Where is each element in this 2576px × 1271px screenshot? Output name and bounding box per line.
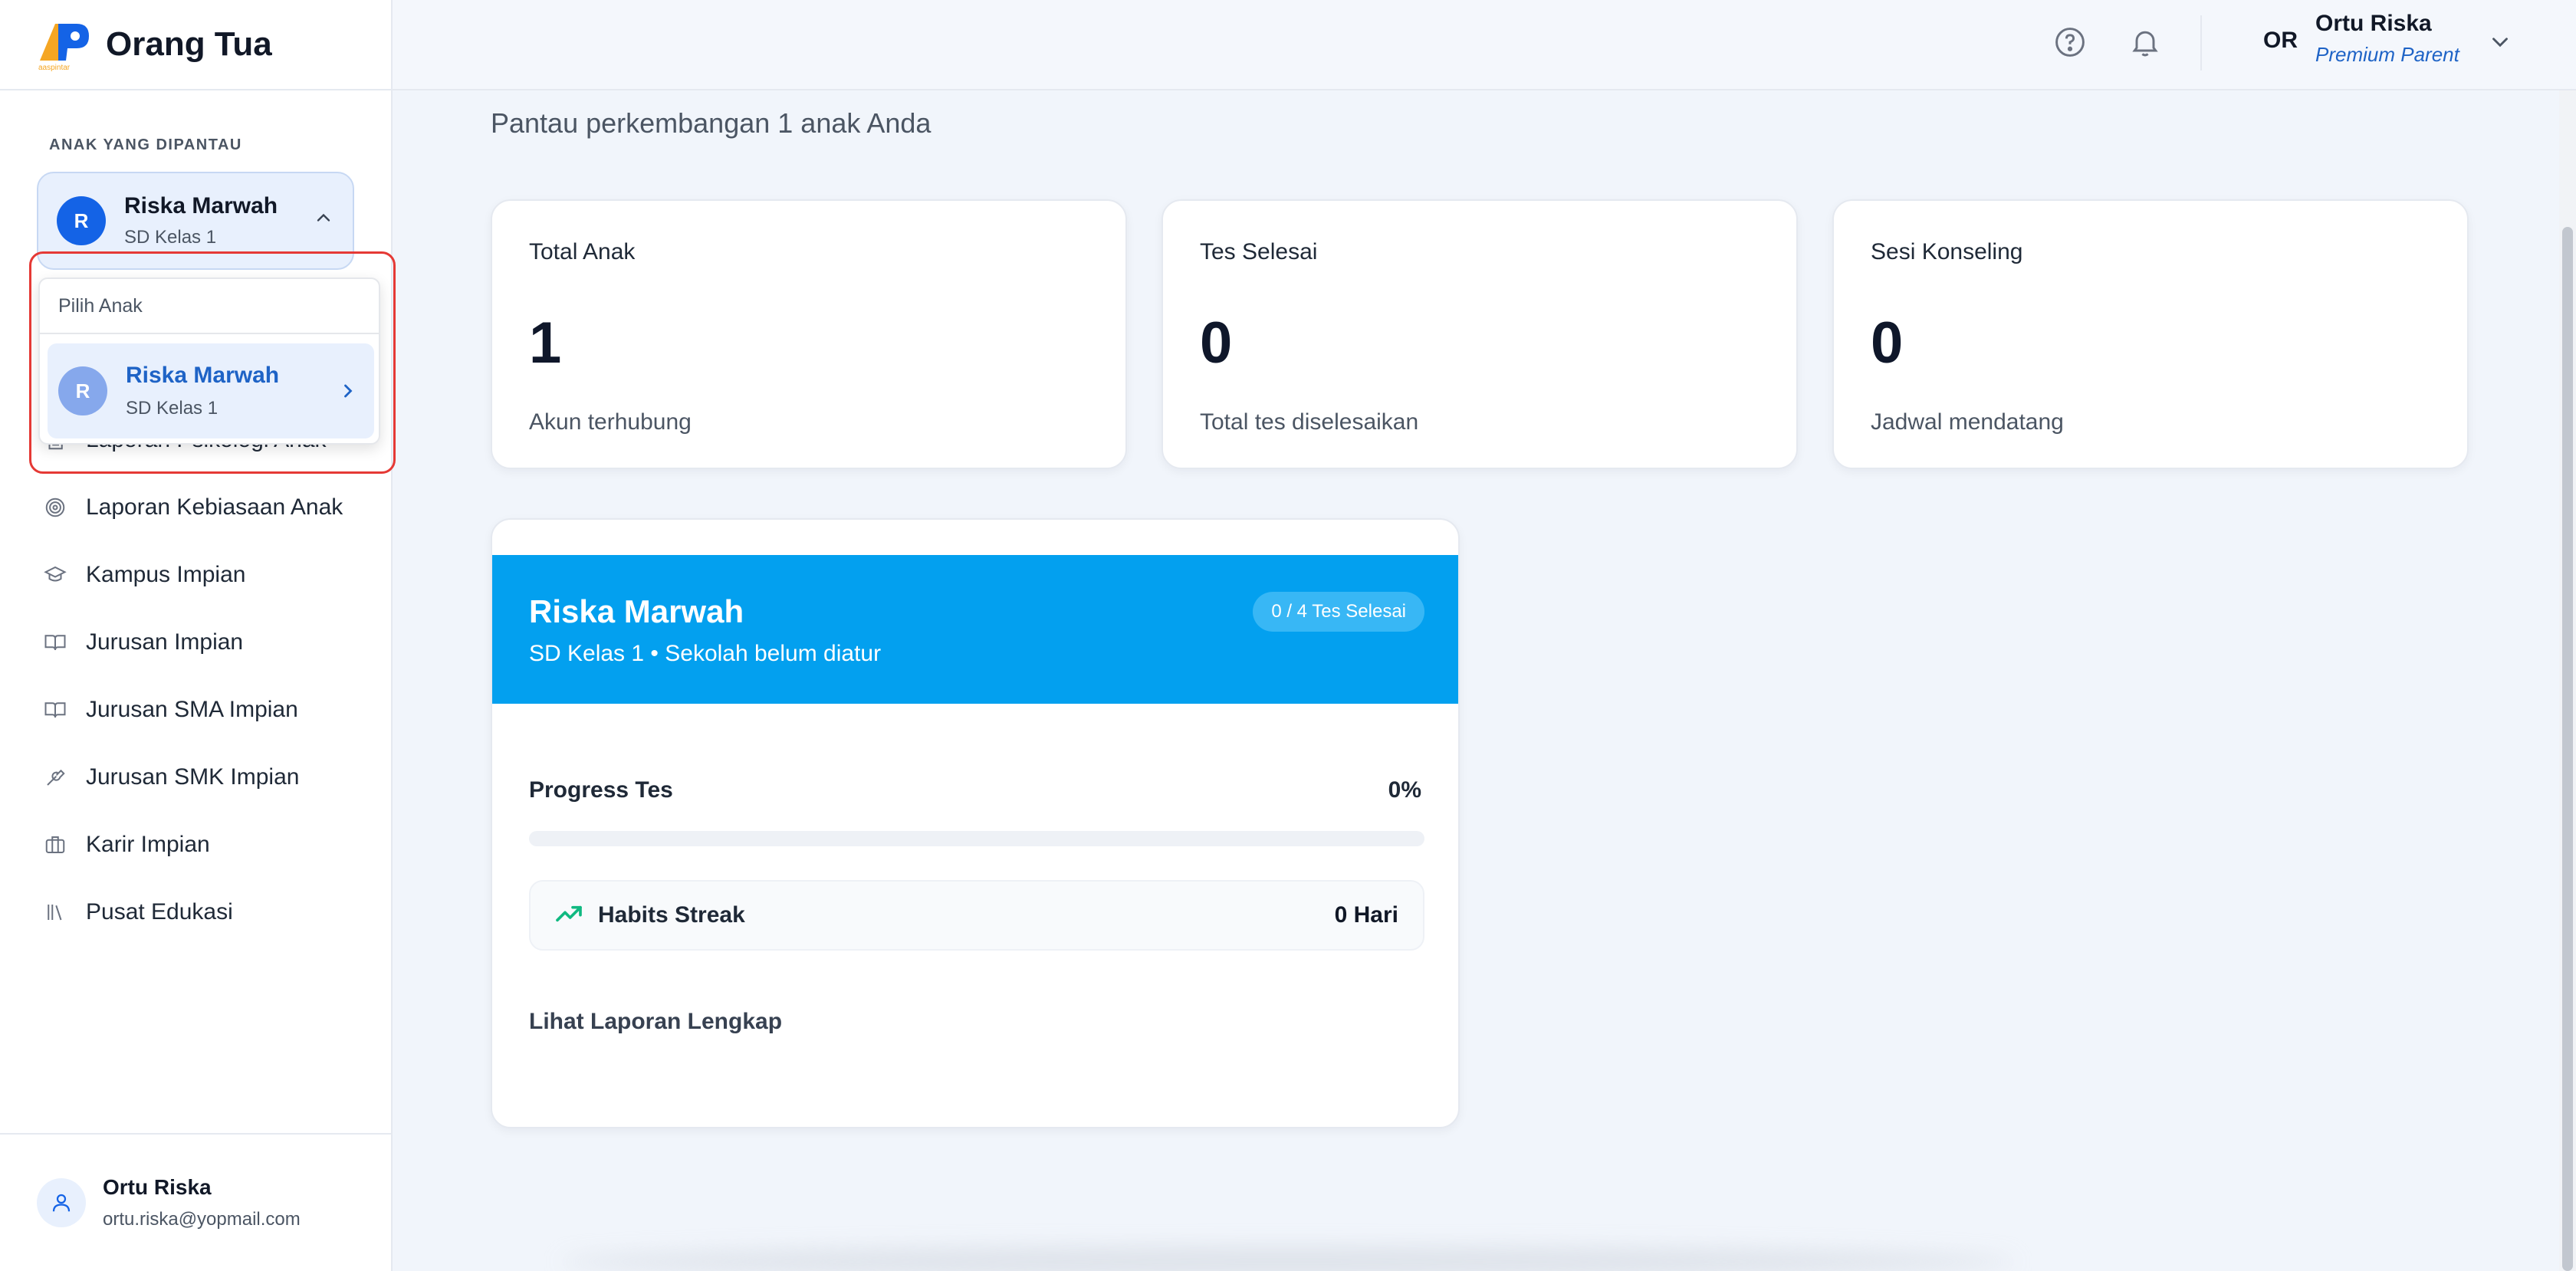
sidebar-item-laporan-kebiasaan[interactable]: Laporan Kebiasaan Anak	[0, 474, 393, 541]
sidebar-item-pusat-edukasi[interactable]: Pusat Edukasi	[0, 879, 393, 946]
stat-desc: Jadwal mendatang	[1871, 409, 2064, 435]
nav-label: Kampus Impian	[86, 562, 246, 587]
main-content: Pantau perkembangan 1 anak Anda Total An…	[393, 90, 2576, 1271]
nav-label: Jurusan SMA Impian	[86, 697, 298, 722]
sidebar-item-kampus-impian[interactable]: Kampus Impian	[0, 541, 393, 609]
nav-label: Pusat Edukasi	[86, 899, 233, 925]
stat-card-tes-selesai: Tes Selesai 0 Total tes diselesaikan	[1162, 199, 1798, 469]
graduation-cap-icon	[41, 561, 69, 589]
sidebar-item-jurusan-impian[interactable]: Jurusan Impian	[0, 609, 393, 676]
wrench-icon	[41, 764, 69, 791]
user-name: Ortu Riska	[103, 1175, 212, 1199]
stat-card-total-anak: Total Anak 1 Akun terhubung	[491, 199, 1127, 469]
chevron-up-icon	[313, 207, 334, 232]
progress-percent: 0%	[1388, 777, 1421, 803]
user-email: ortu.riska@yopmail.com	[103, 1209, 301, 1230]
child-card-name: Riska Marwah	[529, 593, 744, 629]
dropdown-highlight-frame	[29, 251, 396, 474]
stat-value: 1	[529, 310, 562, 376]
page-subtitle: Pantau perkembangan 1 anak Anda	[491, 107, 932, 139]
stat-desc: Total tes diselesaikan	[1200, 409, 1419, 435]
tests-completed-badge: 0 / 4 Tes Selesai	[1253, 592, 1424, 632]
user-initials[interactable]: OR	[2263, 28, 2298, 54]
scrollbar-thumb[interactable]	[2562, 227, 2573, 1271]
habits-value: 0 Hari	[1334, 902, 1398, 928]
nav-label: Jurusan SMK Impian	[86, 764, 300, 790]
sidebar-nav: Laporan Psikologi Anak Laporan Kebiasaan…	[0, 406, 393, 946]
topbar-divider	[2200, 15, 2202, 71]
user-icon	[37, 1178, 86, 1227]
nav-label: Karir Impian	[86, 832, 210, 857]
stat-label: Sesi Konseling	[1871, 239, 2023, 264]
nav-label: Jurusan Impian	[86, 629, 244, 655]
habits-label: Habits Streak	[598, 902, 745, 928]
trending-up-icon	[554, 898, 584, 933]
stat-value: 0	[1200, 310, 1233, 376]
section-label: ANAK YANG DIPANTAU	[49, 136, 242, 153]
habits-streak-box: Habits Streak 0 Hari	[529, 880, 1424, 951]
app-root: aaspintar Orang Tua ANAK YANG DIPANTAU R…	[0, 0, 2576, 1271]
stat-value: 0	[1871, 310, 1904, 376]
briefcase-icon	[41, 831, 69, 859]
partial-card-shadow	[560, 1246, 2016, 1271]
bell-icon[interactable]	[2128, 25, 2162, 63]
stat-desc: Akun terhubung	[529, 409, 692, 435]
child-card-header: Riska Marwah SD Kelas 1 • Sekolah belum …	[492, 555, 1458, 704]
svg-text:aaspintar: aaspintar	[38, 64, 71, 71]
book-open-icon	[41, 629, 69, 656]
nav-label: Laporan Kebiasaan Anak	[86, 494, 343, 520]
progress-bar	[529, 831, 1424, 846]
child-card-subtitle: SD Kelas 1 • Sekolah belum diatur	[529, 641, 882, 666]
sidebar-item-karir-impian[interactable]: Karir Impian	[0, 811, 393, 879]
brand-title: Orang Tua	[106, 25, 272, 63]
app-logo-icon: aaspintar	[35, 18, 94, 72]
sidebar: aaspintar Orang Tua ANAK YANG DIPANTAU R…	[0, 0, 396, 1271]
stat-card-sesi-konseling: Sesi Konseling 0 Jadwal mendatang	[1832, 199, 2469, 469]
target-icon	[41, 494, 69, 521]
brand[interactable]: aaspintar Orang Tua	[0, 0, 393, 90]
sidebar-item-jurusan-sma[interactable]: Jurusan SMA Impian	[0, 676, 393, 744]
stat-label: Total Anak	[529, 239, 636, 264]
child-summary-card: Riska Marwah SD Kelas 1 • Sekolah belum …	[491, 518, 1460, 1128]
child-avatar: R	[57, 196, 106, 245]
view-full-report-link[interactable]: Lihat Laporan Lengkap	[529, 1009, 782, 1035]
progress-label: Progress Tes	[529, 777, 673, 803]
topbar-user-name[interactable]: Ortu Riska	[2315, 11, 2432, 37]
library-icon	[41, 898, 69, 926]
child-grade: SD Kelas 1	[124, 227, 217, 248]
topbar-user-role: Premium Parent	[2315, 43, 2459, 66]
help-icon[interactable]	[2053, 25, 2087, 63]
book-open-icon	[41, 696, 69, 724]
sidebar-item-jurusan-smk[interactable]: Jurusan SMK Impian	[0, 744, 393, 811]
topbar: OR Ortu Riska Premium Parent	[393, 0, 2576, 90]
sidebar-user[interactable]: Ortu Riska ortu.riska@yopmail.com	[0, 1133, 393, 1271]
chevron-down-icon[interactable]	[2487, 29, 2513, 59]
stat-label: Tes Selesai	[1200, 239, 1318, 264]
child-name: Riska Marwah	[124, 193, 278, 218]
